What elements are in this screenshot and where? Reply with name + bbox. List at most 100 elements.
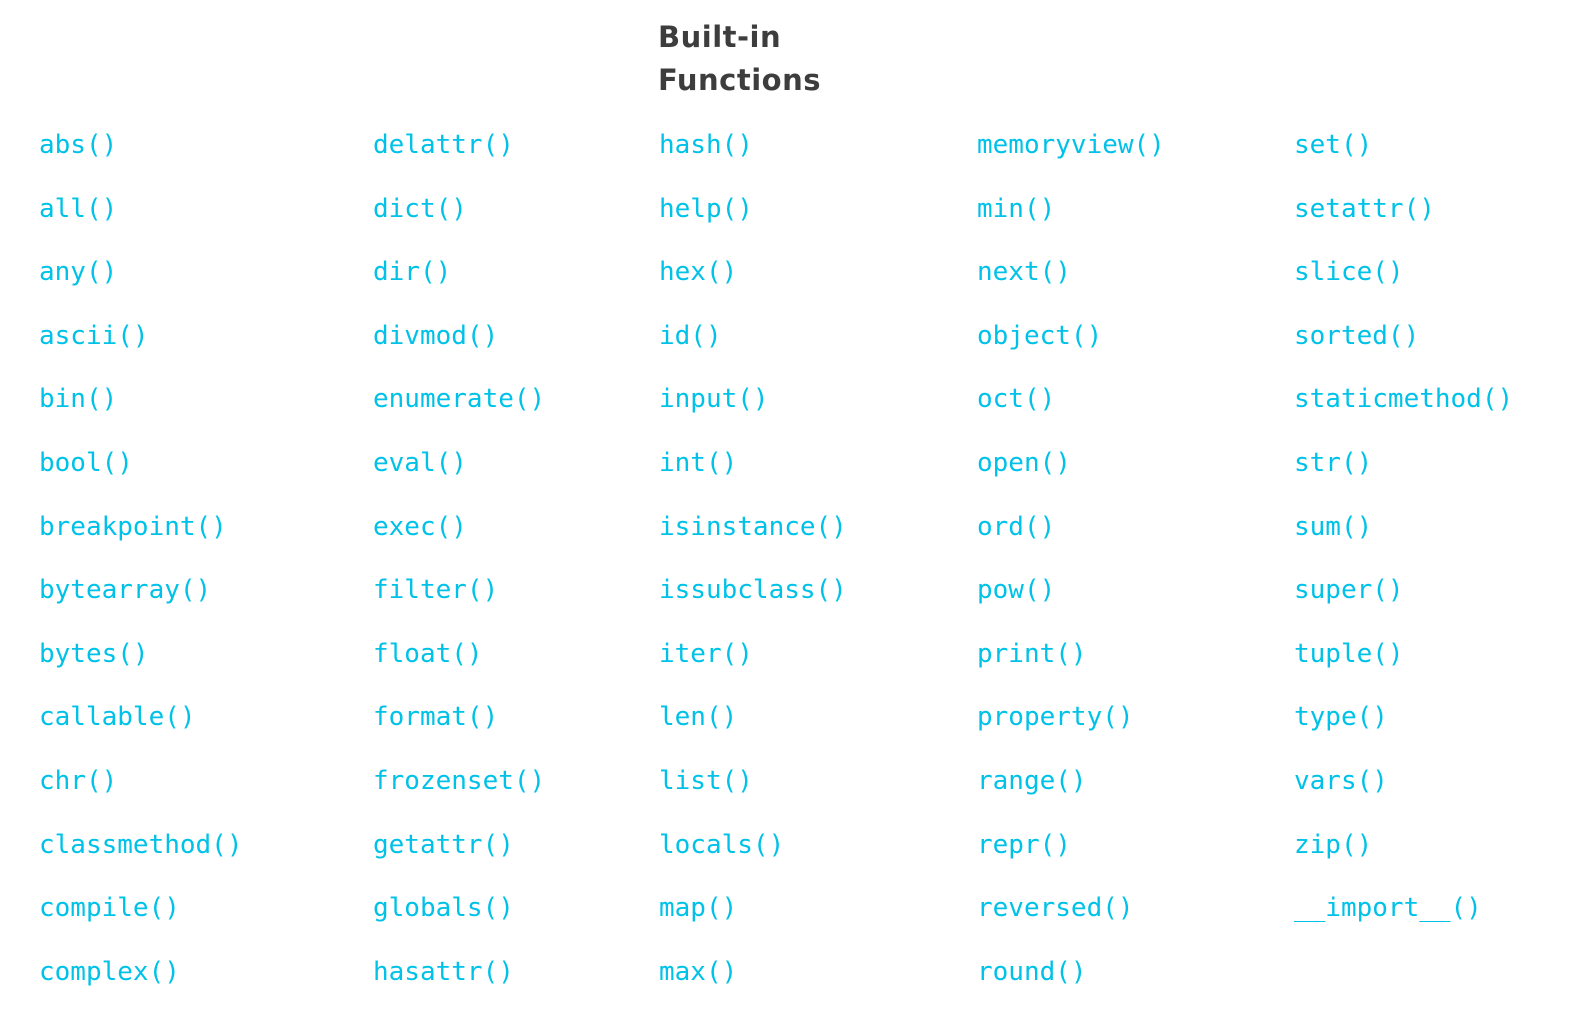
function-link[interactable]: getattr() (373, 830, 514, 860)
function-link[interactable]: repr() (977, 830, 1071, 860)
function-link[interactable]: range() (977, 766, 1087, 796)
function-link[interactable]: vars() (1294, 766, 1388, 796)
function-link[interactable]: round() (977, 957, 1087, 987)
function-link[interactable]: pow() (977, 575, 1055, 605)
function-link[interactable]: sum() (1294, 512, 1372, 542)
function-link[interactable]: map() (659, 893, 737, 923)
function-link[interactable]: sorted() (1294, 321, 1419, 351)
function-list-item: round() (977, 948, 1165, 1012)
function-list-item: input() (659, 375, 847, 439)
function-link[interactable]: zip() (1294, 830, 1372, 860)
function-list-item: vars() (1294, 757, 1513, 821)
function-link[interactable]: ascii() (39, 321, 149, 351)
function-link[interactable]: issubclass() (659, 575, 847, 605)
function-list-item: map() (659, 884, 847, 948)
function-list-item: sum() (1294, 503, 1513, 567)
function-list-item: repr() (977, 821, 1165, 885)
function-link[interactable]: callable() (39, 702, 196, 732)
function-link[interactable]: print() (977, 639, 1087, 669)
function-link[interactable]: object() (977, 321, 1102, 351)
function-link[interactable]: eval() (373, 448, 467, 478)
function-link[interactable]: ord() (977, 512, 1055, 542)
function-link[interactable]: isinstance() (659, 512, 847, 542)
function-list-item: __import__() (1294, 884, 1513, 948)
function-link[interactable]: bin() (39, 384, 117, 414)
function-list-item: range() (977, 757, 1165, 821)
function-link[interactable]: slice() (1294, 257, 1404, 287)
function-link[interactable]: all() (39, 194, 117, 224)
function-link[interactable]: hash() (659, 130, 753, 160)
function-list-item: max() (659, 948, 847, 1012)
function-link[interactable]: bytes() (39, 639, 149, 669)
function-column-5: set() setattr() slice() sorted() staticmetho… (1294, 121, 1513, 948)
function-link[interactable]: next() (977, 257, 1071, 287)
function-link[interactable]: any() (39, 257, 117, 287)
function-link[interactable]: __import__() (1294, 893, 1482, 923)
function-link[interactable]: iter() (659, 639, 753, 669)
function-link[interactable]: abs() (39, 130, 117, 160)
function-link[interactable]: len() (659, 702, 737, 732)
function-link[interactable]: frozenset() (373, 766, 545, 796)
function-link[interactable]: float() (373, 639, 483, 669)
function-list-item: chr() (39, 757, 243, 821)
function-link[interactable]: bool() (39, 448, 133, 478)
function-link[interactable]: setattr() (1294, 194, 1435, 224)
function-link[interactable]: globals() (373, 893, 514, 923)
function-list-item: staticmethod() (1294, 375, 1513, 439)
function-list-item: help() (659, 185, 847, 249)
function-link[interactable]: super() (1294, 575, 1404, 605)
function-link[interactable]: format() (373, 702, 498, 732)
function-link[interactable]: int() (659, 448, 737, 478)
function-link[interactable]: dir() (373, 257, 451, 287)
function-column-4: memoryview() min() next() object() oct() open… (977, 121, 1165, 1011)
page: Built-in Functions abs() all() any() ascii(… (0, 0, 1579, 1019)
function-link[interactable]: hasattr() (373, 957, 514, 987)
function-link[interactable]: dict() (373, 194, 467, 224)
function-list-item: dict() (373, 185, 545, 249)
function-list-item: ord() (977, 503, 1165, 567)
function-link[interactable]: locals() (659, 830, 784, 860)
function-link[interactable]: str() (1294, 448, 1372, 478)
function-link[interactable]: classmethod() (39, 830, 243, 860)
function-link[interactable]: exec() (373, 512, 467, 542)
function-list-item: bytes() (39, 630, 243, 694)
function-list-item: locals() (659, 821, 847, 885)
function-link[interactable]: staticmethod() (1294, 384, 1513, 414)
function-link[interactable]: breakpoint() (39, 512, 227, 542)
function-link[interactable]: help() (659, 194, 753, 224)
function-link[interactable]: property() (977, 702, 1134, 732)
function-list-item: memoryview() (977, 121, 1165, 185)
function-link[interactable]: max() (659, 957, 737, 987)
function-list-item: eval() (373, 439, 545, 503)
function-link[interactable]: tuple() (1294, 639, 1404, 669)
function-link[interactable]: list() (659, 766, 753, 796)
function-link[interactable]: bytearray() (39, 575, 211, 605)
function-link[interactable]: min() (977, 194, 1055, 224)
function-list-item: bool() (39, 439, 243, 503)
function-link[interactable]: set() (1294, 130, 1372, 160)
function-link[interactable]: enumerate() (373, 384, 545, 414)
function-link[interactable]: filter() (373, 575, 498, 605)
function-link[interactable]: delattr() (373, 130, 514, 160)
function-link[interactable]: open() (977, 448, 1071, 478)
function-link[interactable]: hex() (659, 257, 737, 287)
function-link[interactable]: divmod() (373, 321, 498, 351)
function-list-item: float() (373, 630, 545, 694)
function-link[interactable]: id() (659, 321, 722, 351)
function-link[interactable]: reversed() (977, 893, 1134, 923)
function-link[interactable]: compile() (39, 893, 180, 923)
function-list-item: bin() (39, 375, 243, 439)
function-link[interactable]: input() (659, 384, 769, 414)
function-list-item: list() (659, 757, 847, 821)
function-link[interactable]: oct() (977, 384, 1055, 414)
function-link[interactable]: type() (1294, 702, 1388, 732)
function-link[interactable]: memoryview() (977, 130, 1165, 160)
function-list-item: oct() (977, 375, 1165, 439)
function-list-item: type() (1294, 693, 1513, 757)
function-list-item: callable() (39, 693, 243, 757)
page-title: Built-in Functions (658, 16, 958, 102)
function-list-item: setattr() (1294, 185, 1513, 249)
function-list-item: any() (39, 248, 243, 312)
function-link[interactable]: chr() (39, 766, 117, 796)
function-link[interactable]: complex() (39, 957, 180, 987)
